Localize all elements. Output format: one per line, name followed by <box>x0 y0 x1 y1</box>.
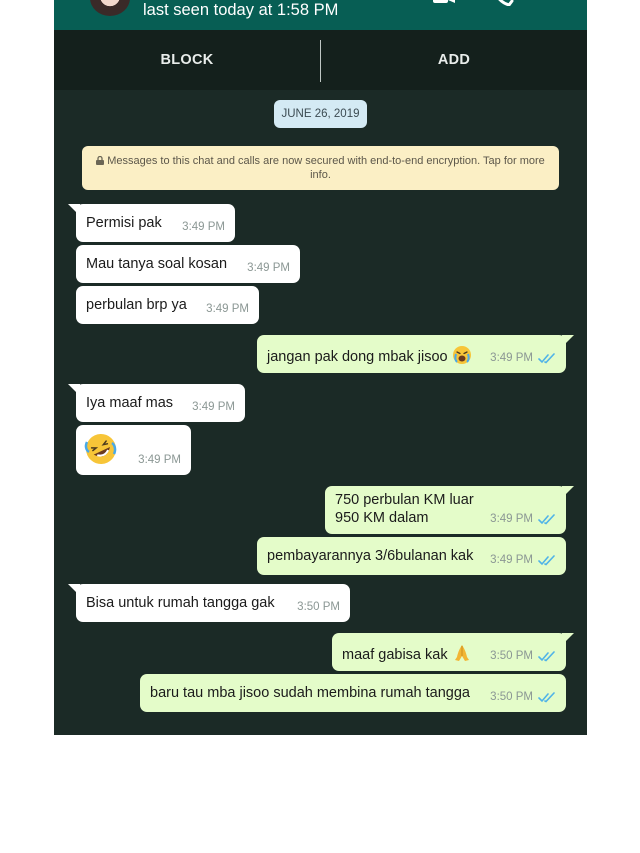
message-bubble-incoming[interactable]: perbulan brp ya 3:49 PM <box>76 286 259 324</box>
unknown-contact-actions: BLOCK ADD <box>54 30 587 90</box>
message-bubble-outgoing[interactable]: jangan pak dong mbak jisoo 3:49 PM <box>257 335 574 373</box>
message-time: 3:50 PM <box>490 688 556 706</box>
message-text: baru tau mba jisoo sudah membina rumah t… <box>150 685 470 701</box>
voice-call-icon[interactable] <box>494 0 514 6</box>
read-receipt-icon <box>538 691 555 702</box>
message-time: 3:49 PM <box>247 262 290 274</box>
folded-hands-icon <box>454 645 469 661</box>
video-call-icon[interactable] <box>432 0 456 6</box>
message-list[interactable]: JUNE 26, 2019 Messages to this chat and … <box>54 90 587 735</box>
read-receipt-icon <box>538 352 555 363</box>
message-text: 750 perbulan KM luar 950 KM dalam <box>335 492 474 526</box>
message-bubble-outgoing[interactable]: pembayarannya 3/6bulanan kak 3:49 PM <box>257 537 566 575</box>
encryption-notice-text: Messages to this chat and calls are now … <box>107 155 545 181</box>
message-text: Mau tanya soal kosan <box>86 256 228 272</box>
lock-icon <box>96 156 105 165</box>
message-time: 3:49 PM <box>138 454 181 466</box>
message-bubble-outgoing[interactable]: 750 perbulan KM luar 950 KM dalam 3:49 PM <box>325 486 574 534</box>
message-time: 3:50 PM <box>490 647 556 665</box>
message-bubble-incoming[interactable]: Iya maaf mas 3:49 PM <box>68 384 245 422</box>
message-time: 3:49 PM <box>490 510 556 528</box>
message-text: perbulan brp ya <box>86 297 187 313</box>
message-text: jangan pak dong mbak jisoo <box>267 345 472 366</box>
message-bubble-incoming[interactable]: Mau tanya soal kosan 3:49 PM <box>76 245 300 283</box>
message-bubble-outgoing[interactable]: maaf gabisa kak 3:50 PM <box>332 633 574 671</box>
message-text: pembayarannya 3/6bulanan kak <box>267 548 474 564</box>
read-receipt-icon <box>538 513 555 524</box>
message-text: maaf gabisa kak <box>342 643 472 664</box>
message-time: 3:49 PM <box>206 303 249 315</box>
avatar[interactable] <box>90 0 130 16</box>
message-time: 3:49 PM <box>490 551 556 569</box>
message-bubble-incoming[interactable]: Bisa untuk rumah tangga gak 3:50 PM <box>68 584 350 622</box>
rolling-laughing-face-icon <box>84 434 117 464</box>
last-seen-status: last seen today at 1:58 PM <box>143 1 339 19</box>
block-button[interactable]: BLOCK <box>54 30 320 90</box>
message-bubble-outgoing[interactable]: baru tau mba jisoo sudah membina rumah t… <box>140 674 566 712</box>
date-chip: JUNE 26, 2019 <box>274 100 367 128</box>
message-time: 3:50 PM <box>297 601 340 613</box>
message-text: Permisi pak <box>86 215 162 231</box>
message-time: 3:49 PM <box>490 349 556 367</box>
message-bubble-incoming[interactable]: Permisi pak 3:49 PM <box>68 204 235 242</box>
phone-screen: last seen today at 1:58 PM BLOCK ADD JUN… <box>54 0 587 735</box>
message-time: 3:49 PM <box>192 401 235 413</box>
chat-header: last seen today at 1:58 PM <box>54 0 587 30</box>
crying-face-icon <box>452 346 471 364</box>
message-text: Bisa untuk rumah tangga gak <box>86 595 275 611</box>
back-arrow-icon[interactable] <box>60 0 78 10</box>
message-bubble-incoming[interactable]: 3:49 PM <box>76 425 191 475</box>
add-contact-button[interactable]: ADD <box>321 30 587 90</box>
encryption-notice[interactable]: Messages to this chat and calls are now … <box>82 146 559 190</box>
read-receipt-icon <box>538 554 555 565</box>
read-receipt-icon <box>538 650 555 661</box>
more-options-icon[interactable] <box>554 0 562 6</box>
message-time: 3:49 PM <box>182 221 225 233</box>
message-text: Iya maaf mas <box>86 395 174 411</box>
